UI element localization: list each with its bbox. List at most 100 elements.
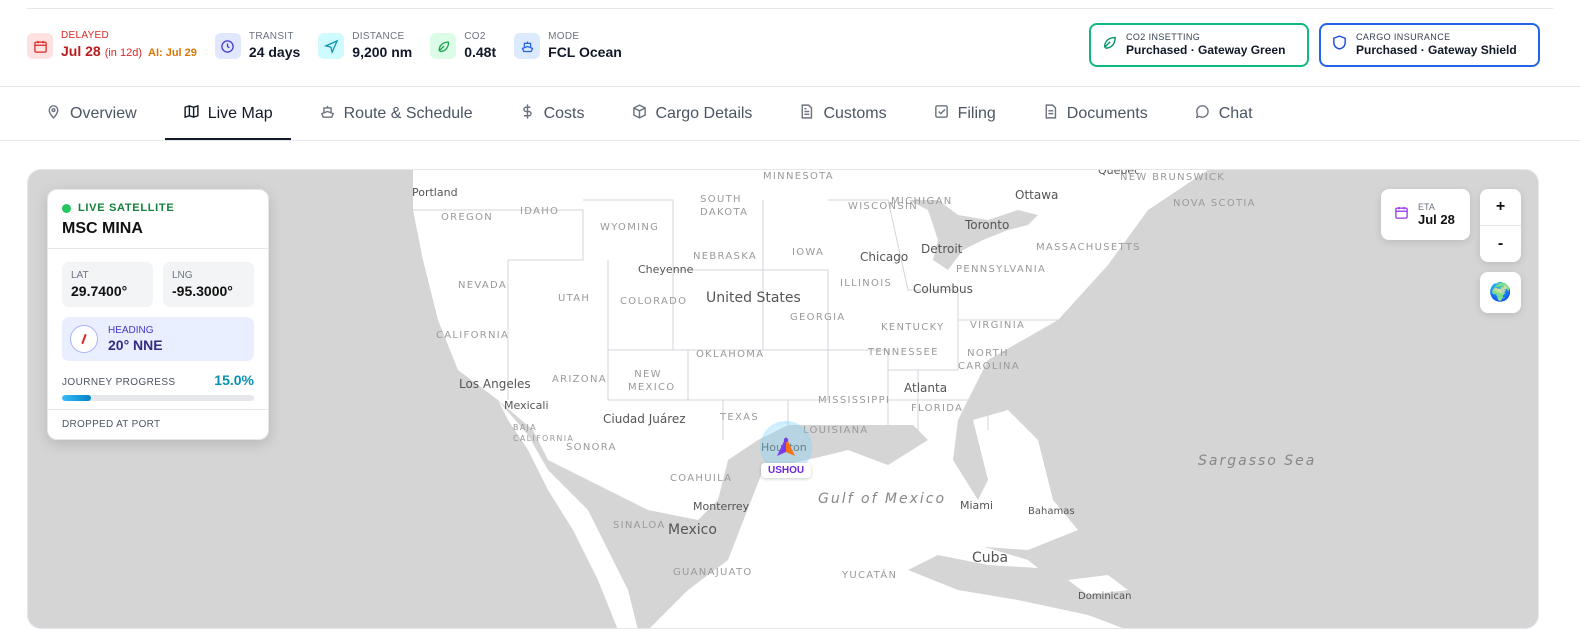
co2-insetting-badge[interactable]: CO2 INSETTING Purchased · Gateway Green [1089, 23, 1309, 67]
progress-value: 15.0% [214, 372, 254, 388]
tab-chat[interactable]: Chat [1176, 87, 1271, 140]
map-label-state: Nevada [458, 280, 508, 291]
map-label-state: Virginia [970, 320, 1026, 331]
tab-documents[interactable]: Documents [1024, 87, 1166, 140]
ship-icon [514, 33, 541, 59]
map-label-state: North Carolina [958, 348, 1020, 372]
leaf-icon [430, 33, 457, 59]
live-dot-icon [62, 203, 71, 213]
latitude-box: LAT 29.7400° [62, 262, 153, 307]
metric-co2: CO2 0.48t [430, 31, 496, 61]
metric-mode: MODE FCL Ocean [514, 31, 622, 61]
tab-cargo-details[interactable]: Cargo Details [613, 87, 771, 140]
file-icon [1042, 103, 1059, 125]
live-status: LIVE SATELLITE [62, 202, 254, 214]
port-code-label: USHOU [761, 463, 812, 478]
calendar-icon [27, 33, 53, 59]
tab-live-map[interactable]: Live Map [164, 87, 291, 140]
tabs-divider [0, 140, 1580, 141]
map-label-city: Portland [412, 186, 458, 199]
map-label-city: Dominican [1078, 591, 1132, 602]
map-label-city: Columbus [913, 282, 973, 296]
map-label-city: Atlanta [904, 381, 948, 395]
map-label-state: California [436, 330, 510, 341]
map-label-state: Nova Scotia [1173, 198, 1256, 209]
map-label-city: Ottawa [1015, 188, 1059, 202]
map-label-state: South Dakota [700, 194, 749, 218]
map-label-state: Coahuila [670, 473, 733, 484]
cargo-insurance-badge[interactable]: CARGO INSURANCE Purchased · Gateway Shie… [1319, 23, 1540, 67]
canada-border [1167, 229, 1229, 251]
live-map[interactable]: Portland Oregon Idaho Wyoming South Dako… [27, 169, 1539, 629]
progress-fill [62, 395, 91, 401]
map-label-state: Oklahoma [696, 349, 765, 360]
map-label-state: Nebraska [693, 251, 758, 262]
ai-prediction: AI: Jul 29 [148, 47, 197, 59]
tab-overview[interactable]: Overview [27, 87, 155, 140]
map-label-state: Minnesota [763, 171, 834, 182]
top-rule [27, 8, 1553, 9]
longitude-box: LNG -95.3000° [163, 262, 254, 307]
map-label-state: New Mexico [628, 369, 676, 393]
map-label-sea: Sargasso Sea [1198, 453, 1317, 469]
shipment-metrics: DELAYED Jul 28 (in 12d) AI: Jul 29 TRANSIT… [27, 24, 622, 68]
map-label-country: Mexico [668, 522, 717, 538]
map-label-city: Detroit [921, 242, 963, 256]
map-label-state: Sonora [566, 442, 617, 453]
metric-delayed: DELAYED Jul 28 (in 12d) AI: Jul 29 [27, 30, 197, 62]
map-label-state: Iowa [792, 247, 825, 258]
map-label-state: Sinaloa [613, 520, 666, 531]
map-label-city: Cheyenne [638, 263, 694, 276]
map-label-city: Monterrey [693, 500, 750, 513]
leaf-icon [1101, 34, 1118, 56]
map-label-state: Colorado [620, 296, 688, 307]
tab-filing[interactable]: Filing [915, 87, 1014, 140]
shield-icon [1331, 34, 1348, 56]
map-label-state: Idaho [520, 206, 560, 217]
tab-costs[interactable]: Costs [501, 87, 603, 140]
eta-card: ETA Jul 28 [1381, 189, 1470, 240]
map-label-state: Massachusetts [1036, 242, 1141, 253]
pin-icon [45, 103, 62, 125]
navigation-icon [318, 33, 345, 59]
map-label-state: Louisiana [803, 425, 869, 436]
metric-transit: TRANSIT 24 days [214, 31, 300, 61]
map-label-city: Bahamas [1028, 506, 1075, 517]
dollar-icon [519, 103, 536, 125]
journey-progress-bar [62, 395, 254, 401]
map-label-city: Chicago [860, 250, 909, 264]
map-label-state: Utah [558, 293, 591, 304]
chat-icon [1194, 103, 1211, 125]
globe-icon: 🌍 [1489, 282, 1512, 302]
clock-icon [214, 33, 241, 59]
zoom-in-button[interactable]: + [1480, 189, 1521, 225]
map-icon [183, 103, 200, 125]
compass-icon [70, 325, 98, 353]
calendar-icon [1394, 205, 1409, 225]
map-label-state: Tennessee [868, 347, 939, 358]
map-label-state: Guanajuato [673, 567, 753, 578]
zoom-out-button[interactable]: - [1480, 225, 1521, 262]
tab-route-schedule[interactable]: Route & Schedule [301, 87, 491, 140]
map-label-city: Ciudad Juárez [603, 412, 686, 426]
map-label-state: Illinois [840, 278, 893, 289]
port-status: DROPPED AT PORT [48, 409, 268, 439]
map-label-state: Kentucky [881, 322, 945, 333]
map-label-country: United States [706, 290, 801, 306]
globe-view-button[interactable]: 🌍 [1480, 272, 1521, 313]
tab-customs[interactable]: Customs [780, 87, 904, 140]
map-label-state: Arizona [552, 374, 607, 385]
document-icon [798, 103, 815, 125]
map-label-country: Cuba [972, 550, 1009, 566]
tab-bar: Overview Live Map Route & Schedule Costs… [27, 87, 1281, 140]
vessel-icon [777, 437, 795, 456]
map-label-state: Oregon [441, 212, 494, 223]
map-label-city: Miami [960, 499, 994, 512]
purchase-badges: CO2 INSETTING Purchased · Gateway Green … [1089, 23, 1540, 67]
map-label-state: Mississippi [818, 395, 891, 406]
map-label-state: Texas [720, 412, 759, 423]
vessel-name: MSC MINA [62, 220, 143, 237]
delayed-countdown: (in 12d) [104, 47, 142, 59]
map-label-state: New Brunswick [1120, 172, 1226, 183]
map-label-state: Florida [911, 403, 964, 414]
